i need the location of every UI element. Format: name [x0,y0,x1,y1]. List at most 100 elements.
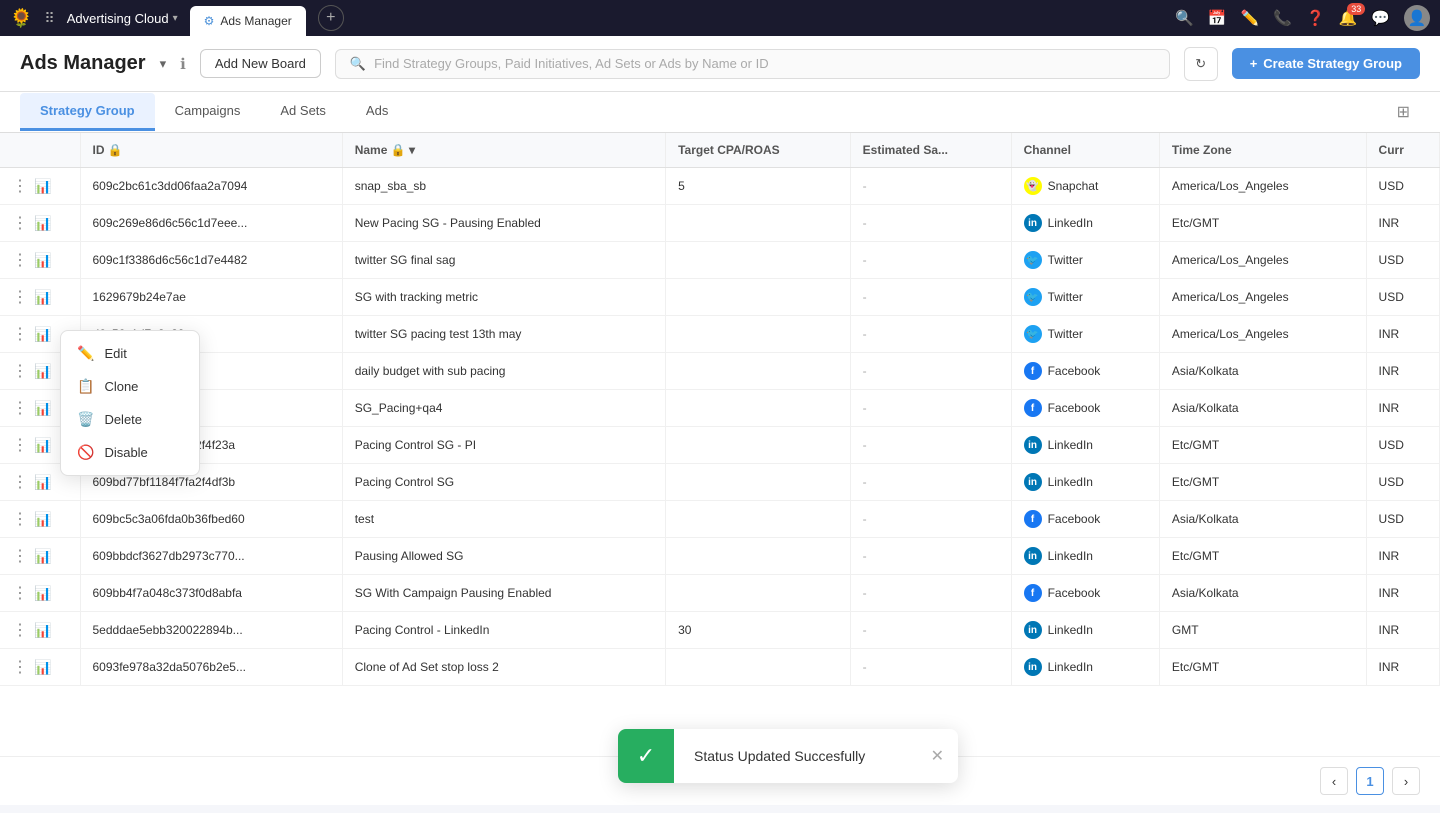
context-menu-clone[interactable]: 📋 Clone [61,370,199,403]
tab-ad-sets[interactable]: Ad Sets [260,93,346,131]
edit-icon[interactable]: ✏️ [1241,9,1260,27]
row-menu-icon[interactable]: ⋮ [12,250,28,270]
avatar[interactable]: 👤 [1404,5,1430,31]
row-menu-icon[interactable]: ⋮ [12,620,28,640]
prev-page-button[interactable]: ‹ [1320,767,1348,795]
row-chart-icon[interactable]: 📊 [34,659,51,676]
notifications-button[interactable]: 🔔 33 [1339,9,1358,27]
row-channel: in LinkedIn [1011,649,1159,686]
row-currency: INR [1366,538,1439,575]
active-tab[interactable]: ⚙ Ads Manager [190,6,306,36]
row-timezone: Etc/GMT [1159,649,1366,686]
table-row: ⋮ 📊 eb9a02e47ba2e7 SG_Pacing+qa4 - f Fac… [0,390,1440,427]
row-menu-icon[interactable]: ⋮ [12,287,28,307]
strategy-group-table: ID 🔒 Name 🔒 ▾ Target CPA/ROAS Estimated … [0,133,1440,686]
row-channel: in LinkedIn [1011,464,1159,501]
row-menu-icon[interactable]: ⋮ [12,213,28,233]
col-target-cpa[interactable]: Target CPA/ROAS [666,133,851,168]
row-menu-icon[interactable]: ⋮ [12,583,28,603]
column-settings-icon[interactable]: ⊞ [1387,92,1420,132]
row-actions-cell: ⋮ 📊 [0,575,80,612]
row-channel: f Facebook [1011,390,1159,427]
row-menu-icon[interactable]: ⋮ [12,324,28,344]
row-menu-icon[interactable]: ⋮ [12,361,28,381]
row-chart-icon[interactable]: 📊 [34,585,51,602]
row-timezone: Etc/GMT [1159,427,1366,464]
plus-icon: + [1250,56,1258,71]
info-icon[interactable]: ℹ [180,55,186,73]
page-title: Ads Manager [20,52,146,75]
row-actions-cell: ⋮ 📊 [0,501,80,538]
row-chart-icon[interactable]: 📊 [34,326,51,343]
col-estimated-sa[interactable]: Estimated Sa... [850,133,1011,168]
table-row: ⋮ 📊 609bc5c3a06fda0b36fbed60 test - f Fa… [0,501,1440,538]
row-cpa [666,649,851,686]
row-chart-icon[interactable]: 📊 [34,548,51,565]
row-chart-icon[interactable]: 📊 [34,400,51,417]
context-menu-edit[interactable]: ✏️ Edit [61,337,199,370]
row-currency: USD [1366,464,1439,501]
help-icon[interactable]: ❓ [1306,9,1325,27]
row-name: Pacing Control SG [342,464,665,501]
create-strategy-group-button[interactable]: + Create Strategy Group [1232,48,1420,79]
row-menu-icon[interactable]: ⋮ [12,509,28,529]
row-chart-icon[interactable]: 📊 [34,289,51,306]
context-menu-delete[interactable]: 🗑️ Delete [61,403,199,436]
tab-campaigns[interactable]: Campaigns [155,93,261,131]
row-menu-icon[interactable]: ⋮ [12,176,28,196]
row-chart-icon[interactable]: 📊 [34,363,51,380]
top-nav-right: 🔍 📅 ✏️ 📞 ❓ 🔔 33 💬 👤 [1175,5,1430,31]
next-page-button[interactable]: › [1392,767,1420,795]
row-cpa [666,390,851,427]
tab-strategy-group[interactable]: Strategy Group [20,93,155,131]
row-menu-icon[interactable]: ⋮ [12,546,28,566]
row-chart-icon[interactable]: 📊 [34,215,51,232]
row-cpa [666,242,851,279]
row-chart-icon[interactable]: 📊 [34,252,51,269]
search-placeholder: Find Strategy Groups, Paid Initiatives, … [374,56,769,71]
col-id[interactable]: ID 🔒 [80,133,342,168]
col-currency[interactable]: Curr [1366,133,1439,168]
chat-icon[interactable]: 💬 [1371,9,1390,27]
row-cpa [666,538,851,575]
logo-icon: 🌻 [10,8,32,29]
col-timezone[interactable]: Time Zone [1159,133,1366,168]
row-estimated: - [850,612,1011,649]
channel-icon: 🐦 [1024,288,1042,306]
row-currency: INR [1366,353,1439,390]
row-chart-icon[interactable]: 📊 [34,474,51,491]
calendar-icon[interactable]: 📅 [1208,9,1227,27]
current-page[interactable]: 1 [1356,767,1384,795]
col-channel[interactable]: Channel [1011,133,1159,168]
toast-close-button[interactable]: ✕ [917,732,958,780]
col-actions [0,133,80,168]
context-menu-disable[interactable]: 🚫 Disable [61,436,199,469]
row-chart-icon[interactable]: 📊 [34,511,51,528]
search-box[interactable]: 🔍 Find Strategy Groups, Paid Initiatives… [335,49,1170,79]
add-tab-button[interactable]: + [318,5,344,31]
row-timezone: America/Los_Angeles [1159,242,1366,279]
row-estimated: - [850,390,1011,427]
table-row: ⋮ 📊 609bd77bf1184f7fa2f4df3b Pacing Cont… [0,464,1440,501]
row-cpa [666,427,851,464]
row-menu-icon[interactable]: ⋮ [12,472,28,492]
tab-ads[interactable]: Ads [346,93,408,131]
row-menu-icon[interactable]: ⋮ [12,398,28,418]
search-icon[interactable]: 🔍 [1175,9,1194,27]
row-chart-icon[interactable]: 📊 [34,622,51,639]
title-chevron-icon[interactable]: ▾ [160,56,167,72]
row-menu-icon[interactable]: ⋮ [12,435,28,455]
app-name[interactable]: Advertising Cloud ▾ [67,11,178,26]
row-name: Pacing Control - LinkedIn [342,612,665,649]
row-id: 5edddae5ebb320022894b... [80,612,342,649]
refresh-button[interactable]: ↻ [1184,47,1218,81]
col-name[interactable]: Name 🔒 ▾ [342,133,665,168]
notification-count: 33 [1347,3,1365,15]
phone-icon[interactable]: 📞 [1273,9,1292,27]
row-menu-icon[interactable]: ⋮ [12,657,28,677]
row-chart-icon[interactable]: 📊 [34,437,51,454]
row-chart-icon[interactable]: 📊 [34,178,51,195]
add-board-button[interactable]: Add New Board [200,49,321,78]
sort-icon: ▾ [409,143,415,157]
row-channel: 🐦 Twitter [1011,242,1159,279]
